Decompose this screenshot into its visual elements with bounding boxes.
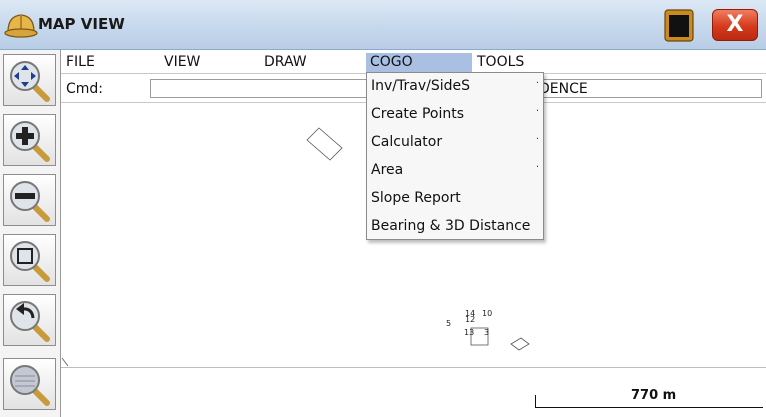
menu-item-label: Inv/Trav/SideS <box>371 78 470 94</box>
menu-item-label: Slope Report <box>371 190 461 206</box>
zoom-extents-icon <box>10 365 50 406</box>
zoom-out-icon <box>10 181 50 222</box>
pan-zoom-button[interactable] <box>3 54 56 106</box>
menu-draw[interactable]: DRAW <box>264 53 307 72</box>
point-label: 13 <box>464 328 475 337</box>
parcel-polygon <box>510 337 530 351</box>
close-icon: X <box>726 12 744 37</box>
zoom-window-button[interactable] <box>3 234 56 286</box>
menu-tools[interactable]: TOOLS <box>477 53 524 72</box>
command-label: Cmd: <box>66 81 104 97</box>
zoom-window-icon <box>10 241 50 282</box>
menu-item-label: Bearing & 3D Distance <box>371 218 531 234</box>
zoom-in-icon <box>10 121 50 162</box>
close-button[interactable]: X <box>712 9 758 41</box>
menu-item-slope-report[interactable]: Slope Report <box>367 185 543 213</box>
submenu-arrow-icon: · <box>535 134 539 145</box>
point-label: 5 <box>446 319 452 328</box>
parcel-polygon <box>306 127 343 161</box>
title-bar: MAP VIEW X <box>0 0 766 50</box>
window-title: MAP VIEW <box>38 15 125 33</box>
zoom-toolbar <box>0 50 61 417</box>
menu-item-bearing-3d-distance[interactable]: Bearing & 3D Distance <box>367 213 543 241</box>
cogo-dropdown: Inv/Trav/SideS · Create Points · Calcula… <box>366 72 544 240</box>
point-label: 10 <box>482 309 493 318</box>
zoom-in-button[interactable] <box>3 114 56 166</box>
menu-view[interactable]: VIEW <box>164 53 200 72</box>
menu-item-calculator[interactable]: Calculator · <box>367 129 543 157</box>
zoom-extents-button[interactable] <box>3 358 56 410</box>
menu-bar: FILE VIEW DRAW COGO TOOLS <box>61 50 766 73</box>
menu-file[interactable]: FILE <box>66 53 95 72</box>
submenu-arrow-icon: · <box>535 162 539 173</box>
pan-zoom-icon <box>10 61 50 102</box>
menu-item-label: Area <box>371 162 404 178</box>
menu-item-label: Calculator <box>371 134 443 150</box>
submenu-arrow-icon: · <box>535 78 539 89</box>
point-label: 12 <box>465 315 476 324</box>
menu-cogo[interactable]: COGO <box>366 53 472 72</box>
command-trailing-text: DENCE <box>539 81 588 97</box>
zoom-previous-icon <box>10 301 50 342</box>
zoom-previous-button[interactable] <box>3 294 56 346</box>
clipboard-icon[interactable] <box>664 8 694 42</box>
hard-hat-icon <box>4 14 38 38</box>
scale-bar <box>535 395 763 408</box>
menu-item-inv-trav-sides[interactable]: Inv/Trav/SideS · <box>367 73 543 101</box>
menu-item-area[interactable]: Area · <box>367 157 543 185</box>
origin-marker <box>61 357 69 367</box>
menu-item-label: Create Points <box>371 106 465 122</box>
zoom-out-button[interactable] <box>3 174 56 226</box>
submenu-arrow-icon: · <box>535 106 539 117</box>
point-label: 3 <box>484 328 490 337</box>
menu-item-create-points[interactable]: Create Points · <box>367 101 543 129</box>
status-divider <box>61 367 766 368</box>
